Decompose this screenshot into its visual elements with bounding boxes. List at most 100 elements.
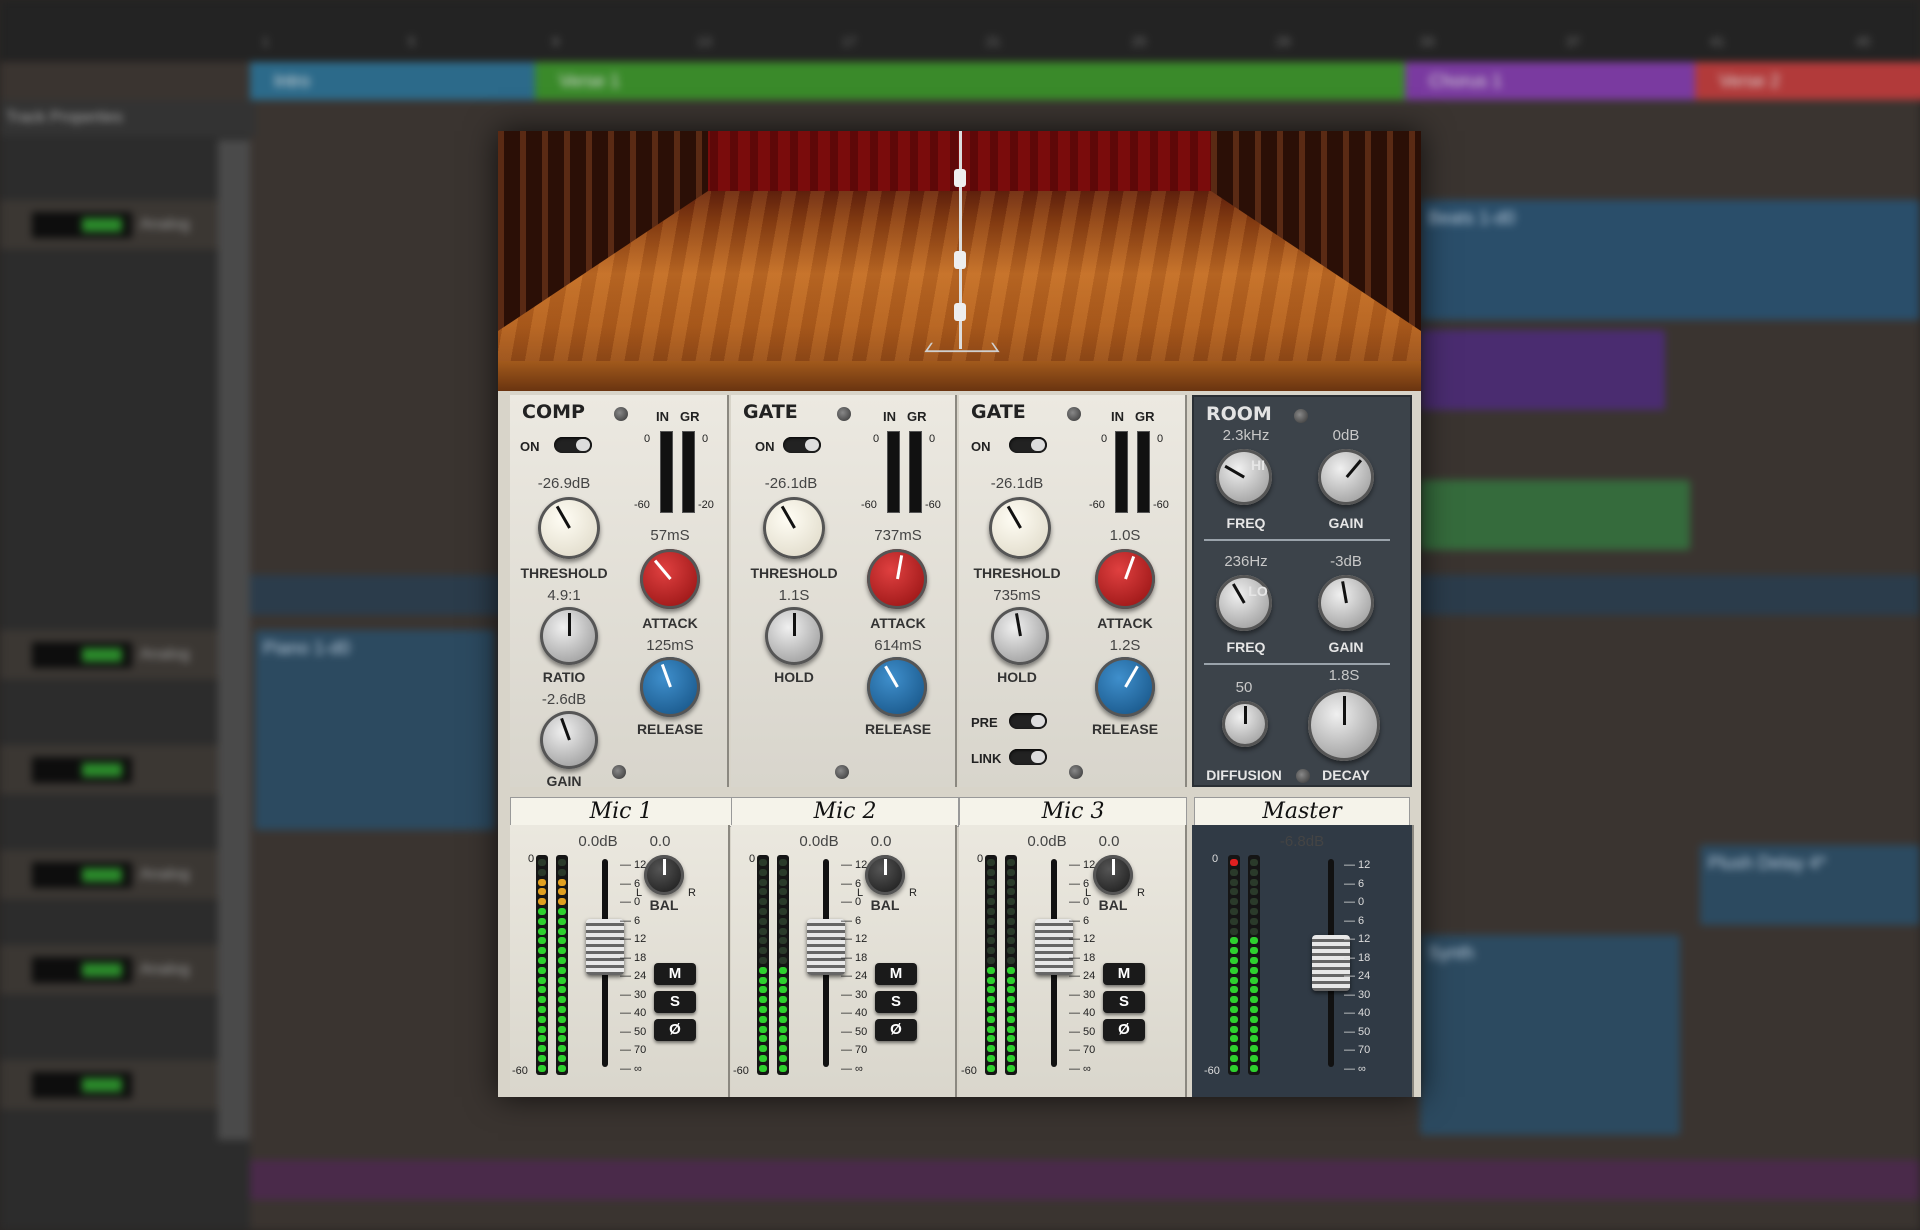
screw-icon xyxy=(837,407,851,421)
meter-scale-label: -20 xyxy=(698,499,714,511)
comp-threshold-value: -26.9dB xyxy=(537,475,591,492)
fader-scale-tick: — 40 xyxy=(1344,1007,1371,1019)
ruler-tick: 37 xyxy=(1566,34,1581,49)
comp-release-label: RELEASE xyxy=(636,721,704,737)
room-mic-plugin-window: COMP ON IN GR 0 0 -60 -20 -26.9dB THRESH… xyxy=(498,131,1421,1097)
channel-fader[interactable] xyxy=(1035,919,1073,975)
gate-2-link-toggle[interactable] xyxy=(1009,749,1047,765)
comp-panel: COMP ON IN GR 0 0 -60 -20 -26.9dB THRESH… xyxy=(510,395,729,789)
comp-in-meter xyxy=(660,431,673,513)
track-label: Analog xyxy=(140,216,190,233)
phase-invert-button[interactable]: Ø xyxy=(875,1019,917,1041)
channel-fader[interactable] xyxy=(586,919,624,975)
solo-button[interactable]: S xyxy=(654,991,696,1013)
gate-1-attack-knob[interactable] xyxy=(867,549,927,609)
section-verse-1[interactable]: Verse 1 xyxy=(535,62,1429,100)
track-label: Analog xyxy=(140,866,190,883)
gate-2-threshold-knob[interactable] xyxy=(989,497,1051,559)
balance-knob[interactable] xyxy=(644,855,684,895)
gate-2-pre-toggle[interactable] xyxy=(1009,713,1047,729)
track-row[interactable]: Analog xyxy=(0,850,250,901)
gate-2-on-toggle[interactable] xyxy=(1009,437,1047,453)
mic-1-icon[interactable] xyxy=(954,169,966,187)
room-hi-gain-knob[interactable] xyxy=(1318,449,1374,505)
master-gain-value: -6.8dB xyxy=(1279,833,1325,850)
track-row[interactable]: Analog xyxy=(0,630,250,681)
room-lo-label: LO xyxy=(1248,583,1268,599)
clip-beats[interactable]: Beats 1-d0 xyxy=(1420,200,1920,320)
room-lo-gain-knob[interactable] xyxy=(1318,575,1374,631)
gate-1-on-toggle[interactable] xyxy=(783,437,821,453)
room-diffusion-knob[interactable] xyxy=(1222,701,1268,747)
comp-attack-knob[interactable] xyxy=(640,549,700,609)
comp-release-knob[interactable] xyxy=(640,657,700,717)
comp-ratio-value: 4.9:1 xyxy=(547,587,581,604)
clip-piano[interactable]: Piano 1-d0 xyxy=(255,630,495,830)
gate-2-release-label: RELEASE xyxy=(1091,721,1159,737)
room-panel: ROOM 2.3kHz FREQ HI 0dB GAIN 236Hz FREQ … xyxy=(1192,395,1412,787)
channel-fader[interactable] xyxy=(807,919,845,975)
section-chorus-1[interactable]: Chorus 1 xyxy=(1405,62,1719,100)
level-meter-right xyxy=(777,855,789,1075)
meter-scale-label: 0 xyxy=(929,433,936,445)
mute-button[interactable]: M xyxy=(1103,963,1145,985)
ruler-tick: 17 xyxy=(842,34,857,49)
mute-button[interactable]: M xyxy=(654,963,696,985)
section-verse-2[interactable]: Verse 2 xyxy=(1695,62,1920,100)
track-row[interactable]: Analog xyxy=(0,200,250,251)
solo-button[interactable]: S xyxy=(1103,991,1145,1013)
balance-knob[interactable] xyxy=(1093,855,1133,895)
track-row[interactable] xyxy=(0,745,250,796)
gate-2-release-knob[interactable] xyxy=(1095,657,1155,717)
gate-2-hold-label: HOLD xyxy=(997,669,1037,685)
gate-1-release-knob[interactable] xyxy=(867,657,927,717)
balance-label: BAL xyxy=(1098,897,1128,913)
track-color-strip xyxy=(218,140,250,1140)
meter-top-label: 0 xyxy=(1212,853,1219,865)
gate-2-in-meter xyxy=(1115,431,1128,513)
comp-threshold-knob[interactable] xyxy=(538,497,600,559)
gate-1-threshold-knob[interactable] xyxy=(763,497,825,559)
fader-scale-tick: — 6 xyxy=(1344,914,1365,927)
comp-ratio-knob[interactable] xyxy=(540,607,598,665)
mute-button[interactable]: M xyxy=(875,963,917,985)
gate-2-attack-knob[interactable] xyxy=(1095,549,1155,609)
clip-synth[interactable]: Synth xyxy=(1420,935,1680,1135)
mic-2-name: Mic 2 xyxy=(731,797,959,827)
mic-2-icon[interactable] xyxy=(954,251,966,269)
track-row[interactable] xyxy=(0,1060,250,1111)
room-decay-knob[interactable] xyxy=(1308,689,1380,761)
mic-3-icon[interactable] xyxy=(954,303,966,321)
gate-1-threshold-value: -26.1dB xyxy=(764,475,818,492)
timeline-ruler[interactable]: 1 5 9 13 17 21 25 29 33 37 41 45 xyxy=(0,0,1920,61)
clip-label: Synth xyxy=(1428,943,1475,963)
gate-1-on-label: ON xyxy=(755,439,775,454)
master-level-meter-right xyxy=(1248,855,1260,1075)
solo-button[interactable]: S xyxy=(875,991,917,1013)
balance-knob[interactable] xyxy=(865,855,905,895)
gate-2-threshold-label: THRESHOLD xyxy=(973,565,1061,581)
comp-gain-value: -2.6dB xyxy=(541,691,587,708)
fader-scale-tick: — 70 xyxy=(1344,1044,1371,1056)
section-intro[interactable]: Intro xyxy=(250,62,559,100)
comp-ratio-label: RATIO xyxy=(542,669,586,685)
fader-scale-tick: — ∞ xyxy=(1344,1062,1366,1075)
comp-gain-knob[interactable] xyxy=(540,711,598,769)
mic-1-name: Mic 1 xyxy=(510,797,732,827)
gate-2-title: GATE xyxy=(971,401,1026,423)
track-row[interactable]: Analog xyxy=(0,945,250,996)
gate-2-hold-knob[interactable] xyxy=(991,607,1049,665)
gate-1-hold-knob[interactable] xyxy=(765,607,823,665)
fader-scale-tick: — 50 xyxy=(841,1025,868,1038)
phase-invert-button[interactable]: Ø xyxy=(654,1019,696,1041)
clip-plush-delay[interactable]: Plush Delay 4* xyxy=(1700,845,1920,925)
master-channel-strip: -6.8dB 0 -60 — 12 — 6 — 0 — 6 — 12 — 18 — 24 — 30 —… xyxy=(1192,825,1414,1097)
fader-scale-tick: — 40 xyxy=(620,1007,647,1019)
comp-on-toggle[interactable] xyxy=(554,437,592,453)
phase-invert-button[interactable]: Ø xyxy=(1103,1019,1145,1041)
clip-green[interactable] xyxy=(1420,480,1690,550)
clip-purple[interactable] xyxy=(1420,330,1665,410)
comp-in-label: IN xyxy=(656,409,669,424)
screw-icon xyxy=(614,407,628,421)
arrangement-sections: Intro Verse 1 Chorus 1 Verse 2 xyxy=(250,62,1920,100)
